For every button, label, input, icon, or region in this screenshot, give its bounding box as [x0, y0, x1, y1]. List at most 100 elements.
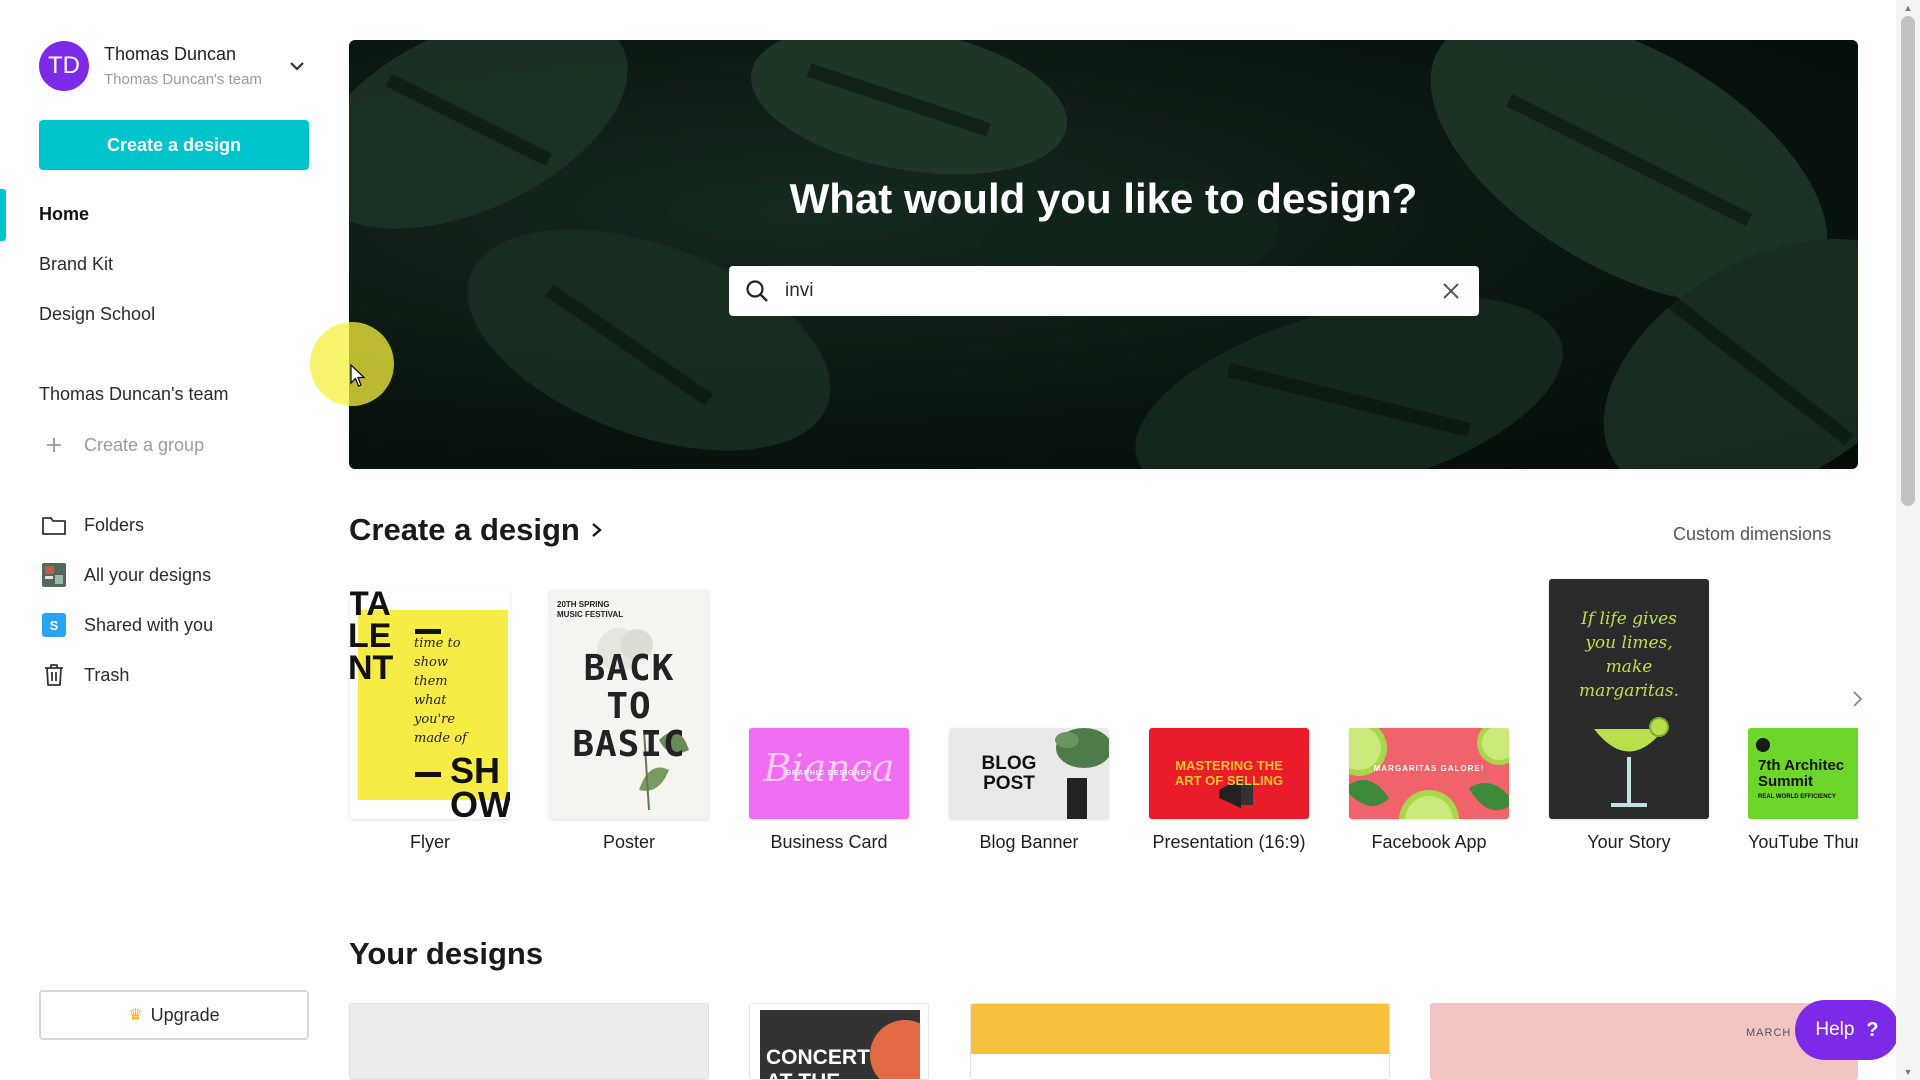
facebook-app-text: MARGARITAS GALORE! — [1373, 764, 1485, 773]
poster-text: BACK — [583, 648, 675, 689]
scroll-up-arrow-icon[interactable]: ▲ — [1902, 3, 1914, 13]
sidebar-item-shared[interactable]: S Shared with you — [39, 610, 213, 640]
create-design-button[interactable]: Create a design — [39, 120, 309, 170]
facebook-app-thumbnail[interactable]: MARGARITAS GALORE! — [1349, 728, 1509, 819]
scrollbar-thumb[interactable] — [1901, 16, 1915, 506]
flyer-text: show — [414, 655, 448, 670]
shared-s-icon: S — [39, 610, 69, 640]
youtube-text: REAL WORLD EFFICIENCY — [1758, 794, 1836, 800]
design-tile[interactable]: CONCERT AT THE — [749, 1003, 929, 1080]
scroll-down-arrow-icon[interactable]: ▼ — [1902, 1067, 1914, 1077]
poster-text: TO — [606, 686, 652, 727]
business-card-thumbnail[interactable]: Bianca GRAPHIC DESIGNER — [749, 728, 909, 819]
design-tile[interactable] — [349, 1003, 709, 1080]
sidebar: TD Thomas Duncan Thomas Duncan's team Cr… — [0, 0, 340, 1080]
hero-banner: What would you like to design? — [349, 40, 1858, 469]
presentation-thumbnail[interactable]: MASTERING THE ART OF SELLING — [1149, 728, 1309, 819]
design-tile-text: AT THE — [766, 1070, 870, 1079]
youtube-thumbnail-thumbnail[interactable]: 7th Architec Summit REAL WORLD EFFICIENC… — [1748, 728, 1858, 819]
business-card-text: Bianca — [763, 746, 895, 790]
poster-thumbnail[interactable]: 20TH SPRING MUSIC FESTIVAL BACK TO BASIC — [549, 590, 709, 819]
nav-brand-kit[interactable]: Brand Kit — [39, 254, 113, 275]
youtube-text: 7th Architec — [1758, 757, 1845, 774]
card-label-flyer[interactable]: Flyer — [350, 832, 510, 853]
section-title: Create a design — [349, 512, 580, 547]
plus-icon — [39, 430, 69, 460]
card-label-your-story[interactable]: Your Story — [1529, 832, 1729, 853]
youtube-text: Summit — [1758, 773, 1814, 790]
sidebar-item-label: Trash — [84, 664, 130, 685]
create-design-heading[interactable]: Create a design — [349, 512, 604, 548]
blog-banner-thumbnail[interactable]: BLOG POST — [949, 728, 1109, 819]
flyer-text: what — [414, 693, 447, 708]
team-heading[interactable]: Thomas Duncan's team — [39, 384, 229, 405]
crown-icon: ♛ — [128, 1007, 143, 1024]
user-name: Thomas Duncan — [104, 44, 237, 64]
design-tile[interactable]: MARCH 2 — [1430, 1003, 1858, 1080]
custom-dimensions-link[interactable]: Custom dimensions — [1673, 524, 1831, 545]
create-group-label: Create a group — [84, 434, 205, 455]
flyer-text: SH — [450, 750, 501, 791]
account-switcher[interactable]: TD Thomas Duncan Thomas Duncan's team — [39, 40, 309, 92]
chevron-right-icon — [592, 523, 602, 537]
flyer-text: made of — [414, 731, 467, 746]
sidebar-item-label: Shared with you — [84, 614, 214, 635]
active-nav-indicator — [0, 189, 6, 241]
sidebar-item-folders[interactable]: Folders — [39, 510, 144, 540]
your-story-thumbnail[interactable]: If life gives you limes, make margaritas… — [1549, 579, 1709, 819]
sidebar-item-trash[interactable]: Trash — [39, 660, 129, 690]
flyer-text: time to — [414, 636, 461, 651]
canva-home: TD Thomas Duncan Thomas Duncan's team Cr… — [0, 0, 1920, 1080]
upgrade-button[interactable]: ♛ Upgrade — [39, 990, 309, 1040]
card-label-youtube-thumbnail[interactable]: YouTube Thur — [1748, 832, 1858, 853]
flyer-text: OW — [450, 784, 510, 820]
presentation-text: ART OF SELLING — [1174, 773, 1284, 788]
folder-icon — [39, 510, 69, 540]
business-card-text: GRAPHIC DESIGNER — [785, 770, 873, 777]
account-text: Thomas Duncan Thomas Duncan's team — [104, 44, 285, 88]
flyer-thumbnail[interactable]: TA LE NT time to show them what you're m… — [350, 590, 510, 819]
designs-thumbnail-icon — [39, 560, 69, 590]
shared-badge: S — [42, 613, 66, 637]
design-tile-text: CONCERT — [766, 1046, 870, 1069]
poster-text: BASIC — [572, 724, 686, 765]
clear-search-icon[interactable] — [1423, 266, 1479, 316]
trash-icon — [39, 660, 69, 690]
your-designs-heading: Your designs — [349, 936, 544, 971]
design-tile[interactable] — [970, 1003, 1390, 1080]
sidebar-item-label: All your designs — [84, 564, 212, 585]
chevron-down-icon[interactable] — [285, 54, 309, 78]
nav-home[interactable]: Home — [39, 204, 89, 225]
sidebar-item-all-designs[interactable]: All your designs — [39, 560, 211, 590]
blog-banner-text: POST — [983, 773, 1035, 794]
youtube-card-clip: 7th Architec Summit REAL WORLD EFFICIENC… — [1748, 728, 1858, 858]
hero-title: What would you like to design? — [789, 175, 1418, 222]
search-icon — [729, 266, 785, 316]
card-label-presentation[interactable]: Presentation (16:9) — [1129, 832, 1329, 853]
presentation-text: MASTERING THE — [1175, 758, 1283, 773]
flyer-text: TA — [350, 590, 391, 623]
avatar[interactable]: TD — [39, 41, 89, 91]
blog-banner-text: BLOG — [981, 753, 1037, 774]
create-group-link[interactable]: Create a group — [39, 430, 204, 460]
flyer-text: NT — [350, 649, 394, 687]
user-team: Thomas Duncan's team — [104, 71, 262, 88]
help-label: Help — [1815, 1019, 1855, 1040]
card-label-blog-banner[interactable]: Blog Banner — [929, 832, 1129, 853]
design-search-bar[interactable] — [729, 266, 1479, 316]
card-label-poster[interactable]: Poster — [549, 832, 709, 853]
card-label-facebook-app[interactable]: Facebook App — [1329, 832, 1529, 853]
mouse-cursor-icon — [350, 364, 366, 387]
flyer-text: them — [414, 674, 448, 689]
help-button[interactable]: Help ? — [1795, 1000, 1899, 1060]
carousel-next-icon[interactable] — [1846, 684, 1870, 714]
nav-design-school[interactable]: Design School — [39, 304, 155, 325]
flyer-text: you're — [414, 712, 456, 727]
upgrade-label: Upgrade — [150, 1004, 220, 1025]
question-mark-icon: ? — [1866, 1018, 1879, 1041]
search-input[interactable] — [785, 280, 1423, 302]
monstera-leaves-image — [349, 40, 1858, 469]
card-label-business-card[interactable]: Business Card — [729, 832, 929, 853]
sidebar-item-label: Folders — [84, 514, 145, 535]
flyer-text: LE — [350, 617, 392, 655]
